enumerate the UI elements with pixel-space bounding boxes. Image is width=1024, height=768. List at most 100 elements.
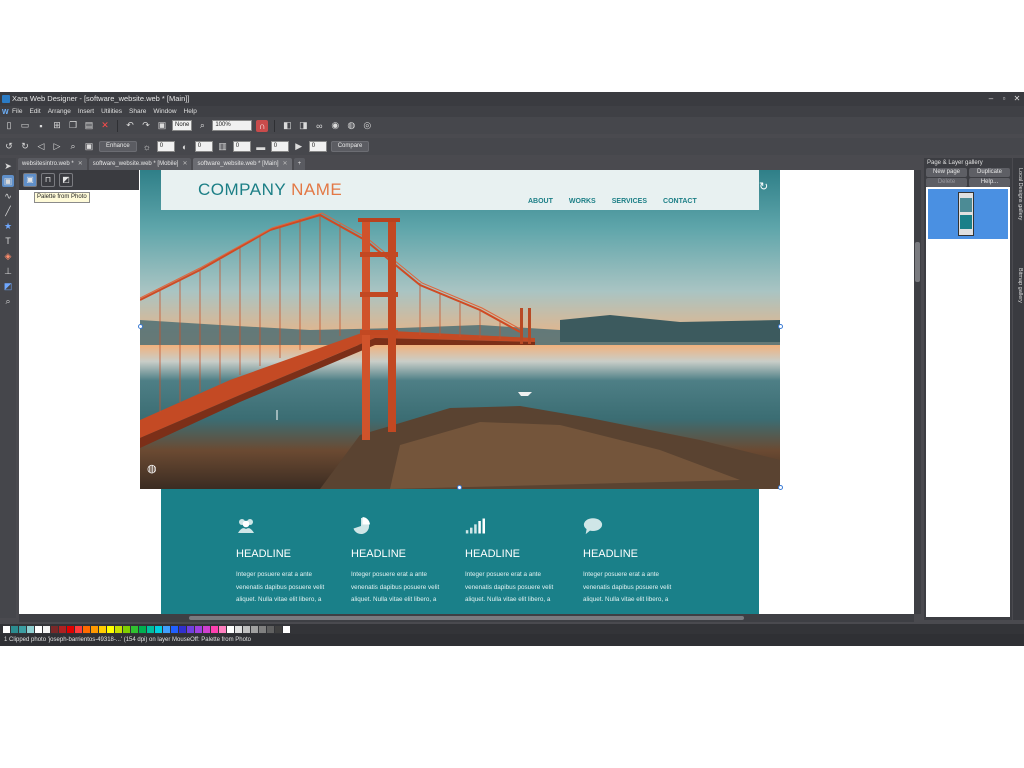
text-tool-icon[interactable]: T [2, 235, 14, 247]
lock-handle-icon[interactable]: ◍ [147, 462, 157, 475]
photo-icon[interactable]: ▣ [83, 141, 95, 153]
new-document-icon[interactable]: ▯ [3, 120, 15, 132]
fit-page-icon[interactable]: ▣ [156, 120, 168, 132]
nav-about[interactable]: ABOUT [528, 198, 553, 205]
color-swatch[interactable] [283, 625, 290, 633]
color-swatch[interactable] [235, 625, 242, 633]
snap-magnet-icon[interactable]: ∩ [256, 119, 269, 132]
color-swatch[interactable] [275, 625, 282, 633]
shape-tool-icon[interactable]: ★ [2, 220, 14, 232]
flip-icon[interactable]: ◁ [35, 141, 47, 153]
scroll-thumb[interactable] [915, 242, 920, 282]
hero-photo[interactable] [140, 170, 780, 489]
link-icon[interactable]: ∞ [313, 120, 325, 132]
color-swatch[interactable] [251, 625, 258, 633]
color-swatch[interactable] [227, 625, 234, 633]
color-swatch[interactable] [107, 625, 114, 633]
redo-icon[interactable]: ↷ [140, 120, 152, 132]
color-swatch[interactable] [27, 625, 34, 633]
color-swatch[interactable] [243, 625, 250, 633]
close-tab-icon[interactable]: ✕ [283, 158, 288, 170]
color-swatch[interactable] [11, 625, 18, 633]
new-page-button[interactable]: New page [926, 168, 967, 177]
color-swatch[interactable] [179, 625, 186, 633]
color-swatch[interactable] [83, 625, 90, 633]
selection-handle[interactable] [778, 324, 783, 329]
minimize-icon[interactable]: – [986, 94, 996, 104]
rotate-handle-icon[interactable]: ↻ [759, 180, 768, 193]
enhance-button[interactable]: Enhance [99, 141, 137, 152]
color-swatch[interactable] [123, 625, 130, 633]
save-icon[interactable]: ▪ [35, 120, 47, 132]
import-icon[interactable]: ⊞ [51, 120, 63, 132]
menu-window[interactable]: Window [153, 106, 176, 117]
color-swatch[interactable] [91, 625, 98, 633]
selection-handle[interactable] [138, 324, 143, 329]
nav-contact[interactable]: CONTACT [663, 198, 697, 205]
open-folder-icon[interactable]: ▭ [19, 120, 31, 132]
selection-handle[interactable] [778, 485, 783, 490]
scroll-thumb[interactable] [189, 616, 744, 620]
menu-utilities[interactable]: Utilities [101, 106, 122, 117]
close-icon[interactable]: ✕ [1012, 94, 1022, 104]
zoom-icon[interactable]: ⌕ [196, 120, 208, 132]
temperature-value[interactable]: 0 [270, 141, 289, 152]
color-swatch[interactable] [19, 625, 26, 633]
color-swatch[interactable] [219, 625, 226, 633]
rotate-right-icon[interactable]: ↻ [19, 141, 31, 153]
rotate-left-icon[interactable]: ↺ [3, 141, 15, 153]
shadow-tool-icon[interactable]: ◩ [2, 280, 14, 292]
transparency-tool-icon[interactable]: ⊥ [2, 265, 14, 277]
zoom-tool-icon[interactable]: ⌕ [2, 295, 14, 307]
tab-software-main[interactable]: software_website.web * [Main] ✕ [193, 158, 292, 170]
help-button[interactable]: Help... [969, 178, 1010, 187]
mobile-preview-icon[interactable]: ◎ [361, 120, 373, 132]
pen-tool-icon[interactable]: ╱ [2, 205, 14, 217]
selector-tool-icon[interactable]: ➤ [2, 160, 14, 172]
sharpen-value[interactable]: 0 [308, 141, 327, 152]
color-swatch[interactable] [211, 625, 218, 633]
color-swatch[interactable] [139, 625, 146, 633]
fill-tool-icon[interactable]: ◈ [2, 250, 14, 262]
color-swatch[interactable] [51, 625, 58, 633]
color-swatch[interactable] [163, 625, 170, 633]
horizontal-scrollbar[interactable] [19, 614, 914, 622]
color-swatch[interactable] [67, 625, 74, 633]
compare-button[interactable]: Compare [330, 141, 370, 152]
color-swatch[interactable] [43, 625, 50, 633]
zoom-select[interactable]: 100% [212, 120, 253, 131]
company-logo[interactable]: COMPANY NAME [198, 180, 342, 200]
nav-services[interactable]: SERVICES [612, 198, 647, 205]
export-icon[interactable]: ◨ [297, 120, 309, 132]
publish-icon[interactable]: ◉ [329, 120, 341, 132]
menu-share[interactable]: Share [129, 106, 146, 117]
menu-help[interactable]: Help [184, 106, 197, 117]
vertical-scrollbar[interactable] [914, 170, 921, 614]
nav-works[interactable]: WORKS [569, 198, 596, 205]
photo-effects-icon[interactable]: ◩ [59, 173, 73, 187]
magnify-icon[interactable]: ⌕ [67, 141, 79, 153]
saturation-value[interactable]: 0 [232, 141, 251, 152]
palette-from-photo-icon[interactable]: ▣ [23, 173, 37, 187]
page-thumbnail-selected[interactable] [928, 189, 1008, 239]
menu-file[interactable]: File [12, 106, 22, 117]
quality-select[interactable]: None [172, 120, 193, 131]
color-swatch[interactable] [267, 625, 274, 633]
copy-icon[interactable]: ❐ [67, 120, 79, 132]
color-swatch[interactable] [195, 625, 202, 633]
preview-browser-icon[interactable]: ◍ [345, 120, 357, 132]
color-swatch[interactable] [99, 625, 106, 633]
photo-tool-icon[interactable]: ▣ [2, 175, 14, 187]
color-swatch[interactable] [147, 625, 154, 633]
crop-icon[interactable]: ⊓ [41, 173, 55, 187]
color-swatch[interactable] [35, 625, 42, 633]
undo-icon[interactable]: ↶ [124, 120, 136, 132]
color-swatch[interactable] [3, 625, 10, 633]
paste-icon[interactable]: ▤ [83, 120, 95, 132]
color-swatch[interactable] [131, 625, 138, 633]
color-swatch[interactable] [155, 625, 162, 633]
menu-insert[interactable]: Insert [78, 106, 94, 117]
delete-button[interactable]: Delete [926, 178, 967, 187]
color-swatch[interactable] [187, 625, 194, 633]
menu-edit[interactable]: Edit [29, 106, 40, 117]
